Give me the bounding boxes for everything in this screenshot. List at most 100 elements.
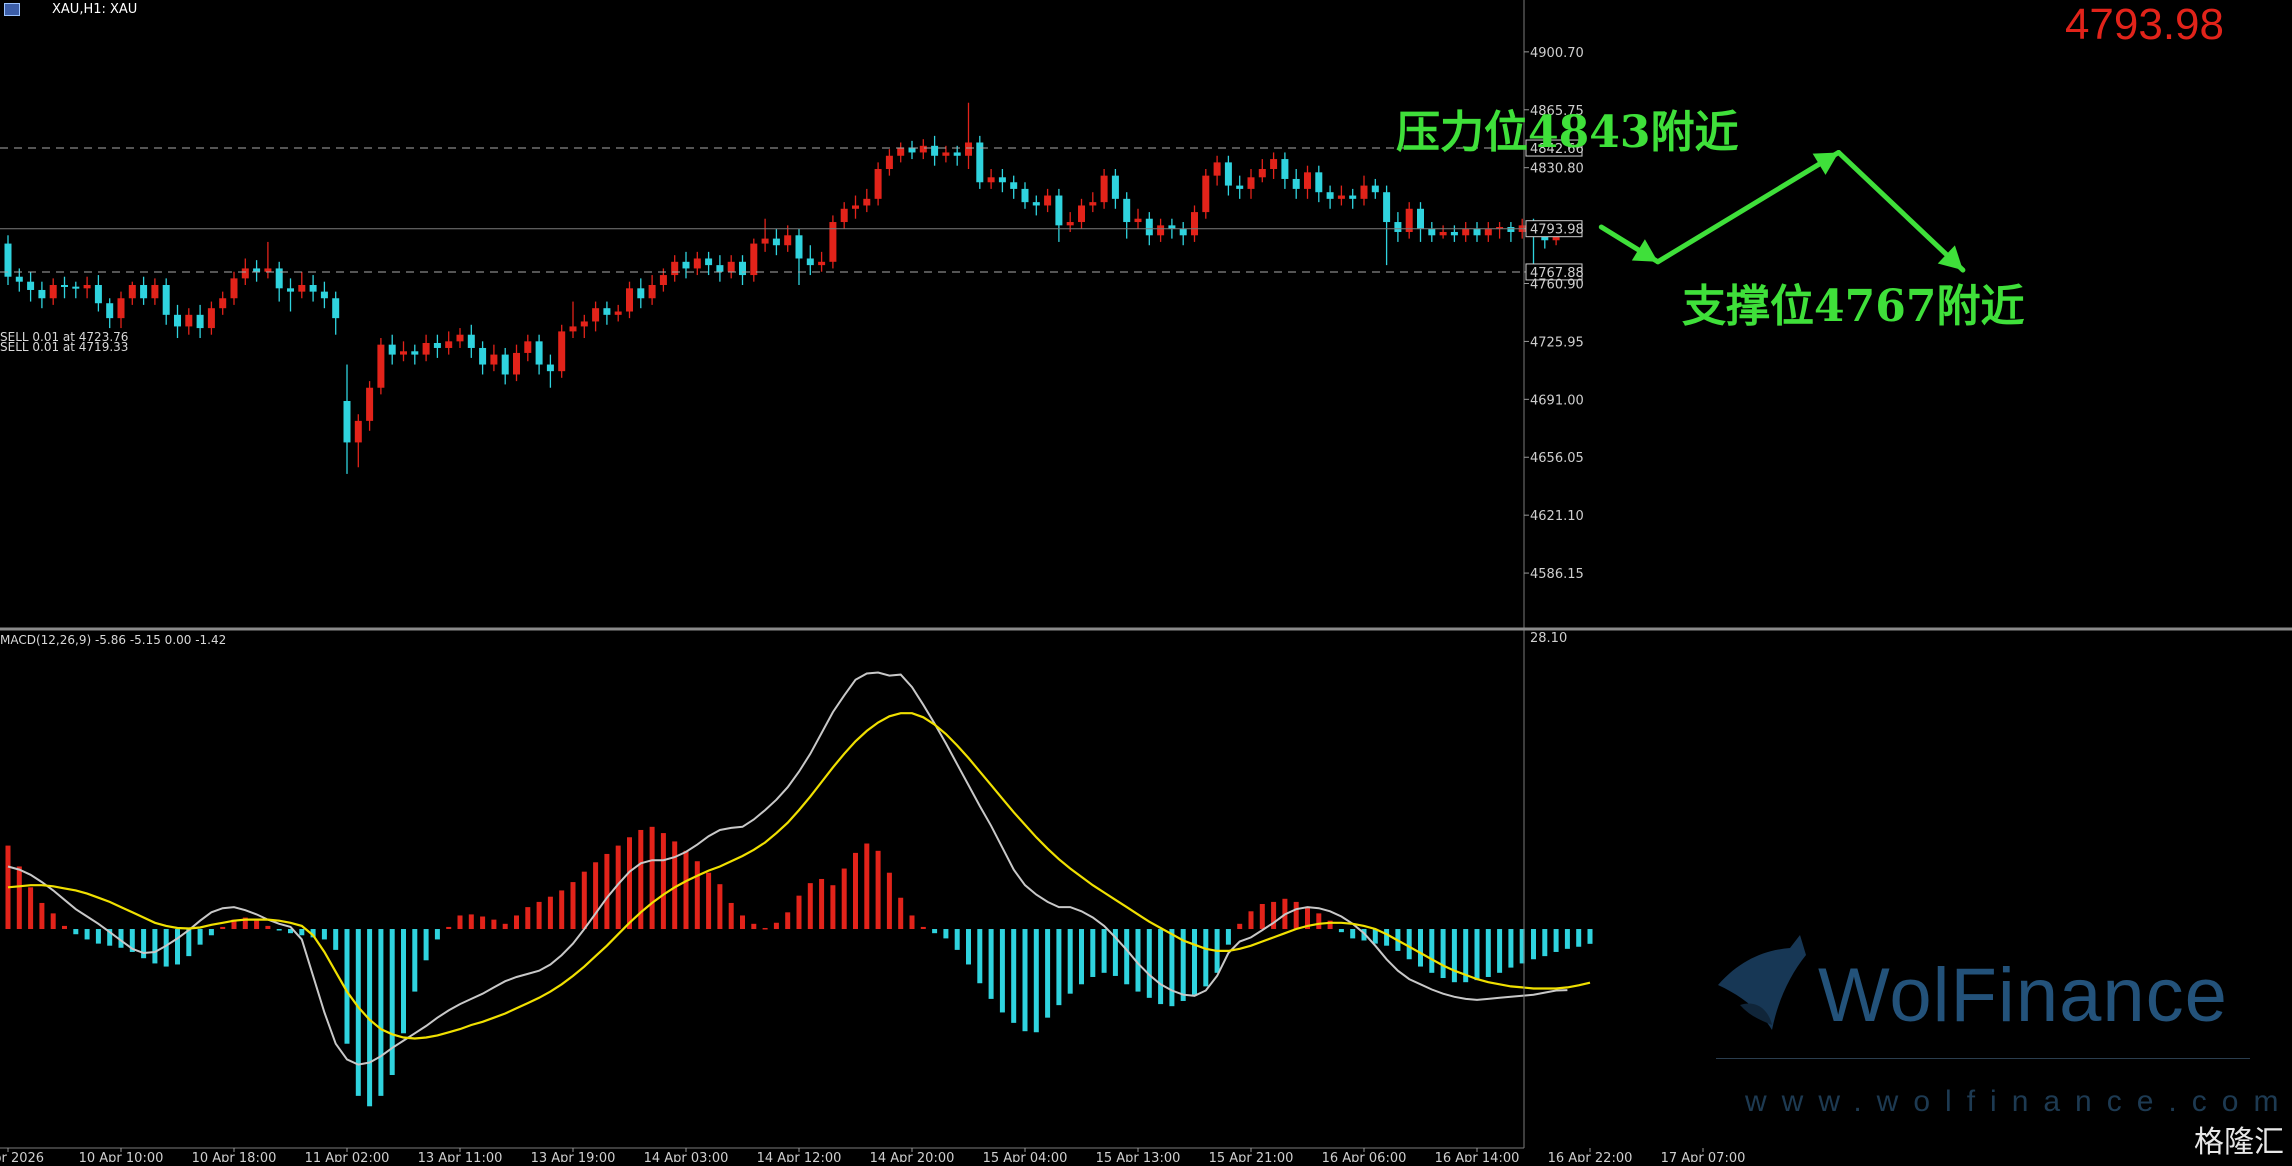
macd-histogram-bar — [593, 862, 599, 930]
candle-body — [1473, 228, 1481, 236]
macd-histogram-bar — [1045, 929, 1051, 1018]
candle-body — [569, 326, 577, 332]
time-tick-label: 17 Apr 07:00 — [1661, 1151, 1746, 1162]
macd-histogram-bar — [999, 929, 1005, 1013]
macd-histogram-bar — [954, 929, 960, 950]
candle-body — [919, 145, 927, 153]
macd-histogram-bar — [175, 929, 180, 965]
macd-histogram-bar — [1067, 929, 1073, 994]
macd-histogram-bar — [299, 929, 305, 936]
current-price-display: 4793.98 — [2064, 0, 2224, 49]
candle-body — [1304, 172, 1311, 189]
candle-body — [94, 285, 102, 304]
macd-histogram-bar — [1418, 929, 1423, 967]
macd-histogram-bar — [819, 878, 825, 930]
candle-body — [377, 344, 385, 388]
window-icon — [4, 3, 20, 16]
macd-histogram-bar — [1406, 929, 1412, 960]
candle-body — [275, 268, 283, 289]
candle-body — [140, 285, 148, 299]
candle-body — [106, 303, 114, 319]
candle-body — [1428, 228, 1436, 236]
candle-body — [1021, 188, 1029, 203]
macd-histogram-bar — [152, 929, 158, 964]
macd-histogram-bar — [446, 926, 452, 930]
forecast-arrows — [1598, 149, 1966, 273]
time-tick-label: 10 Apr 10:00 — [79, 1151, 164, 1162]
macd-histogram-bar — [1576, 929, 1582, 947]
macd-histogram-bar — [1022, 929, 1028, 1032]
candle-body — [241, 268, 249, 279]
candle-body — [931, 145, 939, 156]
macd-histogram-bar — [355, 929, 361, 1096]
candle-body — [490, 354, 498, 365]
macd-histogram-bar — [1079, 929, 1084, 985]
macd-histogram-bar — [1259, 903, 1265, 930]
macd-histogram-bar — [604, 853, 610, 930]
macd-histogram-bar — [762, 927, 768, 930]
macd-histogram-bar — [1316, 913, 1322, 930]
macd-histogram-bar — [197, 929, 203, 945]
chart-window[interactable]: 4900.70 4865.75 4842.66 4830.80 4793.98 4767.… — [0, 0, 2292, 1166]
macd-histogram-bar — [536, 901, 542, 930]
candle-body — [818, 261, 826, 266]
macd-histogram-bar — [39, 902, 45, 930]
candle-body — [1462, 228, 1470, 236]
macd-histogram-bar — [830, 885, 836, 930]
candle-body — [320, 291, 328, 299]
candle-body — [1078, 205, 1085, 223]
macd-histogram-bar — [581, 871, 587, 930]
candle-body — [61, 285, 68, 288]
candle-body — [987, 177, 995, 183]
candle-body — [1258, 169, 1266, 178]
candle-body — [863, 198, 871, 206]
macd-histogram-bar — [717, 884, 723, 930]
macd-histogram-bar — [1158, 929, 1164, 1005]
candle-body — [727, 261, 735, 272]
candle-body — [253, 268, 261, 272]
macd-histogram-bar — [1056, 929, 1062, 1006]
macd-histogram-bar — [95, 929, 101, 944]
macd-histogram-bar — [434, 929, 440, 940]
candle-body — [422, 342, 430, 355]
candle-body — [1337, 195, 1345, 199]
macd-histogram-bar — [1372, 929, 1378, 944]
candle-body — [49, 285, 57, 299]
macd-histogram-bar — [988, 929, 994, 999]
macd-histogram-bar — [1033, 929, 1039, 1033]
price-tick-label: 4760.90 — [1530, 278, 1584, 293]
macd-histogram-bar — [514, 915, 519, 930]
price-tick-label: 4621.10 — [1530, 509, 1584, 524]
candle-body — [230, 278, 238, 299]
macd-histogram-bar — [1451, 929, 1457, 983]
window-title: XAU,H1: XAU — [52, 2, 138, 17]
macd-histogram-bar — [966, 929, 971, 965]
candle-body — [1349, 195, 1357, 199]
time-tick-label: 16 Apr 22:00 — [1548, 1151, 1633, 1162]
candle-body — [546, 364, 554, 372]
candle-body — [1292, 178, 1300, 189]
candle-body — [207, 308, 215, 329]
candle-body — [750, 243, 758, 276]
wolf-emblem-icon — [1718, 935, 1806, 1030]
macd-histogram-bar — [841, 868, 847, 930]
candle-body — [117, 298, 125, 319]
candle-body — [524, 341, 532, 353]
macd-histogram-bar — [1146, 929, 1152, 998]
candle-body — [1326, 192, 1334, 199]
candle-body — [1213, 162, 1221, 176]
macd-histogram-bar — [875, 850, 881, 930]
candle-body — [1145, 218, 1153, 236]
candle-body — [1191, 212, 1198, 236]
macd-histogram-bar — [1169, 929, 1175, 1007]
candle-body — [637, 288, 645, 299]
time-tick-label: 11 Apr 02:00 — [305, 1151, 390, 1162]
macd-histogram-bar — [1248, 911, 1254, 930]
macd-histogram-bar — [333, 929, 339, 950]
price-levels — [0, 147, 1524, 273]
macd-histogram-bar — [1485, 929, 1491, 977]
macd-histogram-bar — [62, 925, 67, 930]
macd-histogram-bar — [1203, 929, 1209, 987]
candle-body — [761, 238, 769, 244]
trade-label-2[interactable]: SELL 0.01 at 4719.33 — [0, 340, 128, 354]
